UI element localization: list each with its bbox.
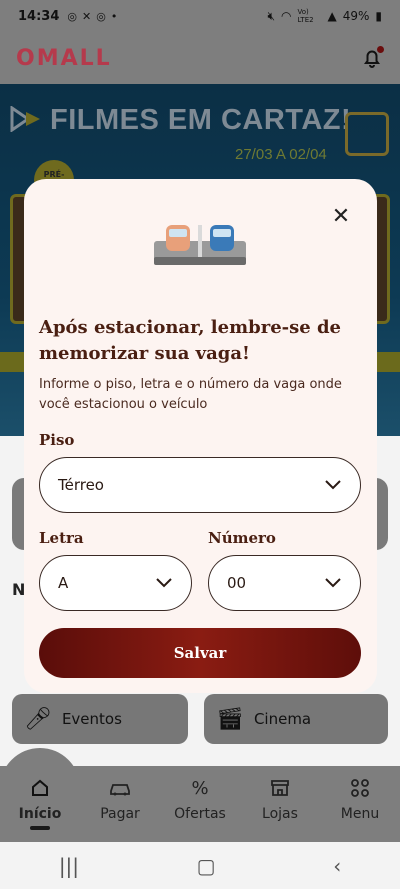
car-icon — [108, 778, 132, 800]
numero-label: Número — [208, 529, 276, 547]
bottom-nav: Início Pagar % Ofertas Lojas Menu — [0, 766, 400, 842]
save-button[interactable]: Salvar — [39, 628, 361, 678]
nav-item-ofertas[interactable]: % Ofertas — [160, 766, 240, 842]
quick-link-label: Cinema — [253, 710, 312, 728]
chevron-down-icon — [325, 480, 341, 490]
store-icon — [270, 778, 290, 800]
nav-item-menu[interactable]: Menu — [320, 766, 400, 842]
grid-icon — [350, 778, 370, 800]
battery-label: 49% — [342, 9, 370, 23]
instagram-icon: ◎ — [96, 9, 106, 23]
back-button[interactable]: ‹ — [333, 854, 341, 878]
banner-dates: 27/03 A 02/04 — [235, 146, 327, 163]
piso-label: Piso — [39, 431, 75, 449]
nav-label: Ofertas — [174, 806, 226, 822]
chevron-down-icon — [156, 578, 172, 588]
banner-title: FILMES EM CARTAZ! — [50, 104, 352, 136]
status-right: 🔇︎ ◠ Vo) LTE2 ▲ 49% ▮ — [267, 8, 382, 24]
parking-reminder-modal: ✕ Após estacionar, lembre-se de memoriza… — [24, 179, 377, 693]
system-navigation-bar: ||| ▢ ‹ — [0, 842, 400, 889]
microphone-icon: 🎤︎ — [24, 706, 52, 732]
dot-icon: • — [110, 9, 118, 23]
active-indicator — [30, 826, 50, 830]
nav-item-pagar[interactable]: Pagar — [80, 766, 160, 842]
piso-value: Térreo — [58, 476, 104, 494]
percent-icon: % — [191, 778, 209, 799]
home-button[interactable]: ▢ — [197, 854, 216, 878]
recent-apps-button[interactable]: ||| — [59, 854, 79, 878]
calendar-icon — [345, 112, 389, 156]
notification-dot — [377, 46, 384, 53]
nav-label: Lojas — [262, 806, 298, 822]
notification-icons: ◎ ✕ ◎ • — [67, 10, 117, 23]
wifi-icon: ◠ — [281, 9, 292, 23]
home-icon — [30, 778, 50, 800]
notification-bell-icon[interactable] — [360, 46, 384, 70]
modal-subtitle: Informe o piso, letra e o número da vaga… — [39, 377, 342, 412]
mute-icon: 🔇︎ — [267, 8, 275, 23]
letra-label: Letra — [39, 529, 84, 547]
close-icon[interactable]: ✕ — [329, 205, 353, 229]
app-notification-icon: ✕ — [82, 9, 92, 23]
battery-icon: ▮ — [375, 9, 382, 23]
letra-select[interactable]: A — [39, 555, 192, 611]
status-bar: 14:34 ◎ ✕ ◎ • 🔇︎ ◠ Vo) LTE2 ▲ 49% ▮ — [0, 0, 400, 32]
network-label: Vo) LTE2 — [297, 8, 314, 24]
status-time: 14:34 — [18, 8, 60, 24]
app-header: OMALL — [0, 32, 400, 84]
nav-label: Pagar — [100, 806, 140, 822]
clapperboard-icon: 🎬︎ — [216, 706, 244, 732]
nav-label: Início — [18, 806, 62, 822]
numero-select[interactable]: 00 — [208, 555, 361, 611]
quick-link-label: Eventos — [61, 710, 122, 728]
mall-logo[interactable]: OMALL — [16, 46, 112, 71]
letra-value: A — [58, 574, 69, 592]
play-icon — [10, 106, 40, 132]
quick-link-eventos[interactable]: 🎤︎ Eventos — [12, 694, 188, 744]
quick-link-cinema[interactable]: 🎬︎ Cinema — [204, 694, 388, 744]
numero-value: 00 — [227, 574, 247, 592]
chevron-down-icon — [325, 578, 341, 588]
nav-item-lojas[interactable]: Lojas — [240, 766, 320, 842]
piso-select[interactable]: Térreo — [39, 457, 361, 513]
signal-icon: ▲ — [327, 9, 337, 23]
parking-icon — [154, 225, 246, 265]
instagram-icon: ◎ — [67, 9, 77, 23]
nav-item-inicio[interactable]: Início — [0, 766, 80, 842]
modal-title: Após estacionar, lembre-se de memorizar … — [39, 317, 342, 364]
nav-label: Menu — [340, 806, 380, 822]
